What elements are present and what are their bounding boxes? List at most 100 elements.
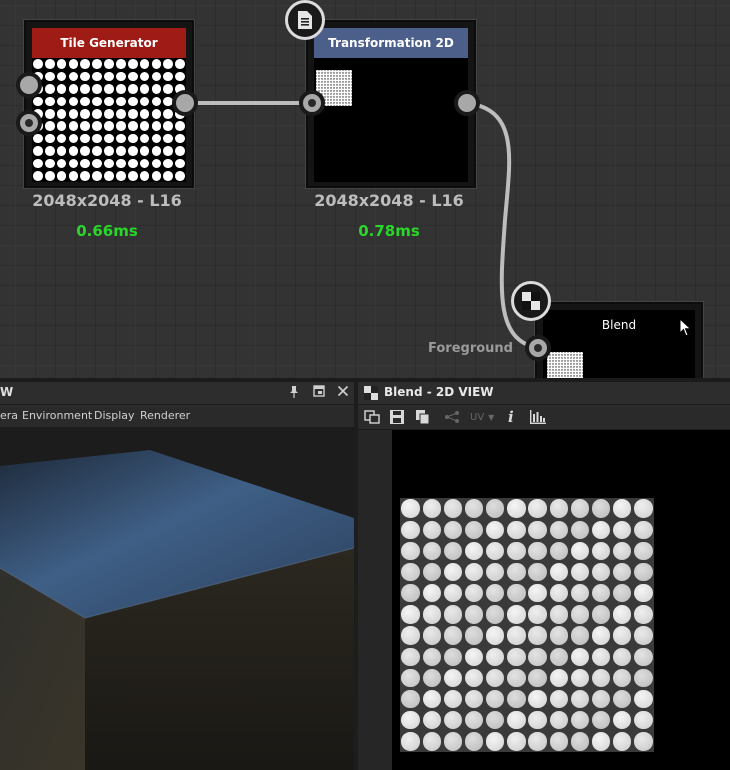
tile-dot: [92, 108, 102, 119]
pin-icon[interactable]: [288, 385, 300, 402]
3d-viewport[interactable]: [0, 428, 354, 770]
node-tile-generator[interactable]: Tile Generator: [24, 20, 194, 188]
tile-dot: [139, 96, 150, 107]
close-icon[interactable]: [337, 385, 349, 400]
tile-dot: [92, 71, 102, 82]
tile-dot: [634, 541, 653, 561]
tile-dot: [443, 689, 463, 709]
2d-viewport[interactable]: [392, 430, 730, 770]
tile-dot: [443, 520, 463, 539]
tile-dot: [104, 170, 114, 181]
tile-dot: [92, 133, 102, 144]
tile-dot: [127, 170, 138, 181]
tile-dot: [549, 732, 568, 751]
tile-dot: [104, 146, 114, 156]
tile-dot: [68, 59, 79, 70]
tile-dot: [163, 133, 174, 144]
tile-dot: [613, 689, 632, 709]
tile-dot: [44, 84, 55, 94]
tile-dot: [443, 626, 463, 645]
tile-dot: [443, 647, 463, 666]
tile-dot: [570, 626, 590, 645]
tile-dot: [549, 626, 568, 645]
tile-dot: [528, 689, 547, 709]
tile-dot: [68, 96, 79, 107]
tile-dot: [401, 668, 420, 688]
tile-dot: [175, 158, 185, 169]
copy-icon[interactable]: [416, 408, 430, 426]
histogram-icon[interactable]: [530, 408, 546, 426]
uv-label: UV: [470, 411, 485, 423]
tile-dot: [401, 626, 420, 645]
output-port-transformation-2d[interactable]: [454, 90, 480, 116]
input-port-transformation-2d[interactable]: [299, 90, 325, 116]
tile-dot: [56, 146, 67, 156]
menu-environment[interactable]: Environment: [22, 409, 92, 422]
tile-dot: [443, 605, 463, 624]
2d-view-header: Blend - 2D VIEW: [358, 382, 730, 405]
tile-dot: [507, 562, 526, 582]
tile-dot: [443, 668, 463, 688]
tile-dot: [104, 96, 114, 107]
tile-dot: [528, 732, 547, 751]
view-mode-icon[interactable]: [364, 408, 380, 426]
node-badge-blend[interactable]: [511, 281, 551, 321]
tile-dot: [422, 605, 441, 624]
tile-dot: [92, 96, 102, 107]
info-icon[interactable]: i: [508, 408, 514, 426]
tile-dot: [115, 121, 126, 132]
node-badge-document[interactable]: [285, 0, 325, 40]
tile-dot: [528, 541, 547, 561]
output-port-tile-generator[interactable]: [172, 90, 198, 116]
tile-dot: [127, 84, 138, 94]
node-time-transformation-2d: 0.78ms: [358, 222, 420, 240]
tile-dot: [163, 108, 174, 119]
tile-dot: [115, 133, 126, 144]
tile-dot: [486, 626, 505, 645]
node-graph[interactable]: Tile Generator 2048x2048 - L16 0.66ms Tr…: [0, 0, 730, 378]
menu-renderer[interactable]: Renderer: [140, 409, 190, 422]
node-transformation-2d[interactable]: Transformation 2D: [306, 20, 476, 188]
tile-dot: [634, 732, 653, 751]
tile-dot: [528, 605, 547, 624]
tile-dot: [92, 84, 102, 94]
tile-dot: [507, 689, 526, 709]
tile-dot-pattern: [32, 58, 186, 182]
tile-dot: [464, 541, 484, 561]
tile-dot: [422, 626, 441, 645]
tile-dot: [104, 84, 114, 94]
tile-dot: [570, 605, 590, 624]
document-icon: [298, 11, 312, 29]
tile-dot: [613, 626, 632, 645]
tile-dot: [104, 158, 114, 169]
tile-dot: [464, 732, 484, 751]
tile-dot: [634, 562, 653, 582]
tile-dot: [401, 584, 420, 603]
menu-camera[interactable]: era: [0, 409, 18, 422]
float-window-icon[interactable]: [313, 385, 325, 400]
tile-dot: [591, 605, 611, 624]
tile-dot: [507, 711, 526, 730]
input-port-1[interactable]: [16, 72, 42, 98]
input-port-2[interactable]: [16, 110, 42, 136]
nodes-icon[interactable]: [444, 408, 460, 426]
tile-dot: [401, 562, 420, 582]
tile-dot: [115, 170, 126, 181]
tile-dot: [139, 146, 150, 156]
tile-dot: [68, 121, 79, 132]
tile-dot: [613, 562, 632, 582]
chevron-down-icon: ▼: [488, 412, 495, 422]
save-icon[interactable]: [390, 408, 404, 426]
input-port-foreground[interactable]: [525, 335, 551, 361]
tile-dot: [127, 59, 138, 70]
tile-dot: [33, 170, 43, 181]
tile-dot: [151, 121, 162, 132]
tile-dot: [591, 668, 611, 688]
tile-dot: [401, 647, 420, 666]
info-label: i: [508, 408, 514, 426]
menu-display[interactable]: Display: [94, 409, 135, 422]
uv-dropdown[interactable]: UV ▼: [470, 408, 494, 426]
tile-dot: [175, 121, 185, 132]
tile-dot: [139, 121, 150, 132]
node-blend[interactable]: Blend: [535, 302, 703, 378]
